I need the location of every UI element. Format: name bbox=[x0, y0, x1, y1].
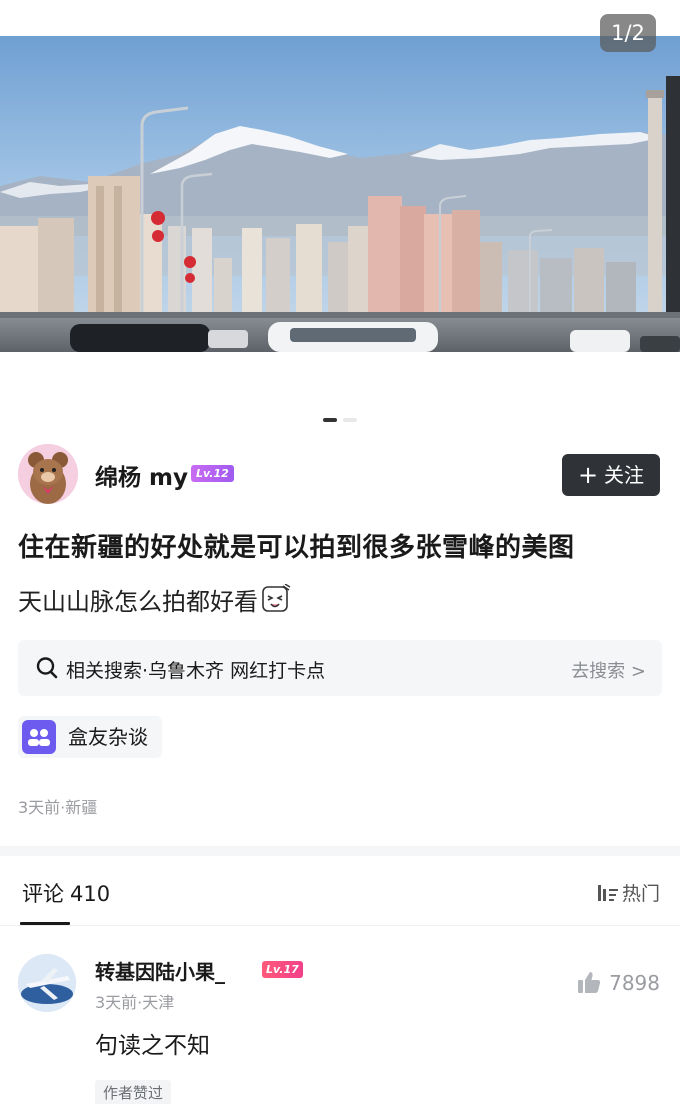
sort-label: 热门 bbox=[621, 883, 660, 905]
comment-meta: 3天前·天津 bbox=[95, 993, 175, 1012]
author-avatar[interactable] bbox=[18, 444, 78, 504]
sort-toggle[interactable]: 热门 bbox=[597, 879, 660, 906]
commenter-avatar[interactable] bbox=[18, 954, 76, 1012]
follow-button[interactable]: + 关注 bbox=[562, 454, 660, 496]
author-name[interactable]: 绵杨 my bbox=[95, 458, 188, 492]
comment-text: 句读之不知 bbox=[95, 1033, 210, 1059]
funny-face-emoji-icon bbox=[262, 584, 291, 612]
go-search-link[interactable]: 去搜索 > bbox=[571, 657, 646, 683]
comments-tab-label: 评论 bbox=[22, 882, 64, 906]
post-body: 天山山脉怎么拍都好看 bbox=[18, 582, 291, 617]
cityscape-photo bbox=[0, 36, 680, 352]
follow-label: 关注 bbox=[604, 463, 645, 487]
thumbs-up-icon bbox=[578, 972, 601, 993]
comment-item: 转基因陆小果_ Lv.17 3天前·天津 7898 句读之不知 作者赞过 bbox=[18, 950, 662, 1104]
bear-avatar-icon bbox=[18, 444, 78, 504]
author-level-badge: Lv.12 bbox=[191, 465, 234, 482]
plus-icon: + bbox=[577, 461, 599, 489]
carousel-dots bbox=[0, 418, 680, 424]
section-divider bbox=[0, 846, 680, 856]
post-meta: 3天前·新疆 bbox=[18, 798, 98, 817]
image-counter: 1/2 bbox=[600, 14, 656, 52]
commenter-name[interactable]: 转基因陆小果_ bbox=[95, 956, 225, 985]
carousel-dot-active bbox=[323, 418, 337, 422]
carousel-dot bbox=[343, 418, 357, 422]
group-icon bbox=[22, 720, 56, 754]
circle-name: 盒友杂谈 bbox=[68, 725, 148, 749]
comments-count: 410 bbox=[70, 882, 111, 906]
commenter-level-badge: Lv.17 bbox=[262, 961, 303, 978]
comment-header: 评论 410 热门 bbox=[0, 856, 680, 926]
photo-gallery[interactable]: 1/2 bbox=[0, 0, 680, 422]
airplane-avatar-icon bbox=[18, 954, 76, 1012]
search-icon bbox=[36, 657, 58, 679]
related-search-bar[interactable]: 相关搜索·乌鲁木齐 网红打卡点 去搜索 > bbox=[18, 640, 662, 696]
active-tab-indicator bbox=[20, 922, 70, 925]
tab-comments[interactable]: 评论 410 bbox=[22, 878, 110, 908]
related-search-text: 相关搜索·乌鲁木齐 网红打卡点 bbox=[66, 660, 326, 682]
like-count: 7898 bbox=[609, 971, 660, 995]
post-title: 住在新疆的好处就是可以拍到很多张雪峰的美图 bbox=[18, 533, 575, 563]
author-row: 绵杨 my Lv.12 + 关注 bbox=[18, 444, 662, 506]
post-photo[interactable] bbox=[0, 36, 680, 352]
circle-tag[interactable]: 盒友杂谈 bbox=[18, 716, 162, 758]
post-body-text: 天山山脉怎么拍都好看 bbox=[18, 588, 258, 616]
author-liked-tag: 作者赞过 bbox=[95, 1080, 172, 1104]
sort-icon bbox=[597, 885, 618, 901]
like-button[interactable]: 7898 bbox=[577, 970, 660, 995]
